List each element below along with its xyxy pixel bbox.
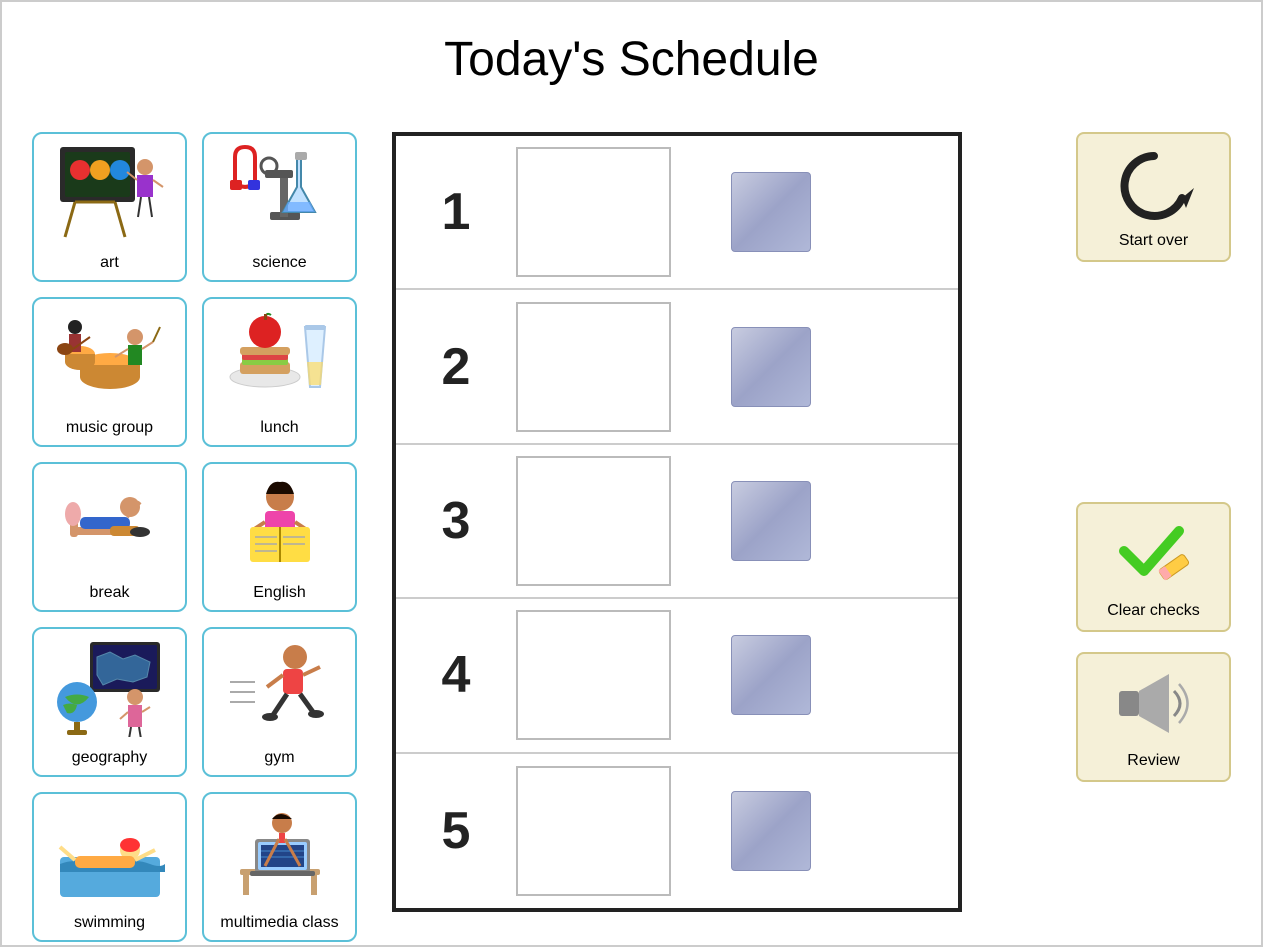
music-group-label: music group <box>66 419 153 437</box>
row-number-3: 3 <box>416 491 496 551</box>
row-check-box-3[interactable] <box>731 481 811 561</box>
activity-card-science[interactable]: science <box>202 132 357 282</box>
clear-checks-label: Clear checks <box>1107 602 1199 620</box>
swimming-icon <box>34 794 185 910</box>
activity-card-break[interactable]: break <box>32 462 187 612</box>
science-icon <box>204 134 355 250</box>
row-check-box-4[interactable] <box>731 635 811 715</box>
row-drop-zone-4[interactable] <box>516 610 671 740</box>
break-icon <box>34 464 185 580</box>
row-drop-zone-1[interactable] <box>516 147 671 277</box>
multimedia-icon <box>204 794 355 909</box>
gym-label: gym <box>264 749 294 767</box>
schedule-board: 1 2 3 4 5 <box>392 132 962 912</box>
page-title: Today's Schedule <box>2 2 1261 107</box>
start-over-icon <box>1114 134 1194 232</box>
activity-card-gym[interactable]: gym <box>202 627 357 777</box>
start-over-label: Start over <box>1119 232 1188 250</box>
review-label: Review <box>1127 752 1179 770</box>
activity-card-art[interactable]: art <box>32 132 187 282</box>
schedule-row-3[interactable]: 3 <box>396 445 958 599</box>
row-check-box-1[interactable] <box>731 172 811 252</box>
art-icon <box>34 134 185 250</box>
start-over-button[interactable]: Start over <box>1076 132 1231 262</box>
geography-icon <box>34 629 185 745</box>
row-number-1: 1 <box>416 182 496 242</box>
activity-card-music-group[interactable]: music group <box>32 297 187 447</box>
clear-checks-button[interactable]: Clear checks <box>1076 502 1231 632</box>
row-check-box-5[interactable] <box>731 791 811 871</box>
row-number-2: 2 <box>416 337 496 397</box>
activity-sidebar: art science <box>32 132 362 947</box>
activity-card-lunch[interactable]: lunch <box>202 297 357 447</box>
lunch-icon <box>204 299 355 415</box>
lunch-label: lunch <box>260 419 298 437</box>
geography-label: geography <box>72 749 148 767</box>
music-group-icon <box>34 299 185 415</box>
break-label: break <box>89 584 129 602</box>
swimming-label: swimming <box>74 914 145 932</box>
clear-checks-icon <box>1114 504 1194 602</box>
review-button[interactable]: Review <box>1076 652 1231 782</box>
schedule-row-1[interactable]: 1 <box>396 136 958 290</box>
review-icon <box>1114 654 1194 752</box>
activity-card-swimming[interactable]: swimming <box>32 792 187 942</box>
row-drop-zone-3[interactable] <box>516 456 671 586</box>
row-drop-zone-5[interactable] <box>516 766 671 896</box>
activity-card-geography[interactable]: geography <box>32 627 187 777</box>
english-icon <box>204 464 355 580</box>
schedule-row-2[interactable]: 2 <box>396 290 958 444</box>
activity-card-english[interactable]: English <box>202 462 357 612</box>
row-number-5: 5 <box>416 801 496 861</box>
row-check-box-2[interactable] <box>731 327 811 407</box>
row-number-4: 4 <box>416 645 496 705</box>
english-label: English <box>253 584 305 602</box>
activity-card-multimedia[interactable]: multimedia class <box>202 792 357 942</box>
schedule-row-4[interactable]: 4 <box>396 599 958 753</box>
multimedia-label: multimedia class <box>220 913 338 932</box>
science-label: science <box>252 254 306 272</box>
art-label: art <box>100 254 119 272</box>
row-drop-zone-2[interactable] <box>516 302 671 432</box>
schedule-row-5[interactable]: 5 <box>396 754 958 908</box>
gym-icon <box>204 629 355 745</box>
